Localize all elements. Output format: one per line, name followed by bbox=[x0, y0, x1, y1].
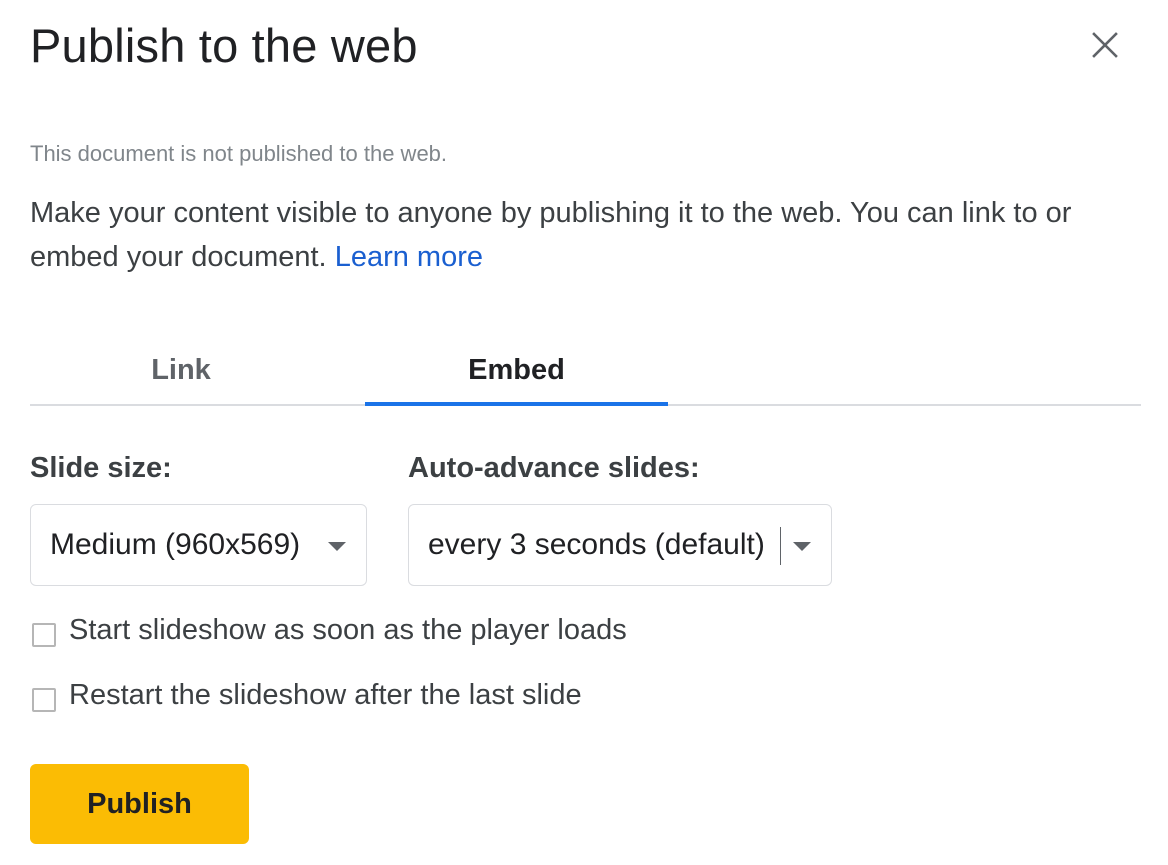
learn-more-link[interactable]: Learn more bbox=[335, 241, 483, 273]
description-text: Make your content visible to anyone by p… bbox=[30, 197, 1072, 273]
restart-after-last-option[interactable]: Restart the slideshow after the last sli… bbox=[32, 679, 582, 712]
start-on-load-label: Start slideshow as soon as the player lo… bbox=[69, 614, 627, 646]
select-divider bbox=[780, 527, 781, 565]
dialog-title: Publish to the web bbox=[30, 19, 418, 72]
auto-advance-value: every 3 seconds (default) bbox=[428, 528, 765, 561]
active-tab-indicator bbox=[365, 402, 668, 406]
tab-bar: Link Embed bbox=[30, 336, 1141, 406]
close-button[interactable] bbox=[1084, 24, 1126, 66]
publish-button[interactable]: Publish bbox=[30, 764, 249, 844]
publish-status: This document is not published to the we… bbox=[30, 141, 448, 166]
slide-size-label: Slide size: bbox=[30, 452, 172, 484]
tab-link[interactable]: Link bbox=[30, 336, 332, 404]
close-icon bbox=[1092, 32, 1118, 58]
restart-after-last-checkbox[interactable] bbox=[32, 687, 56, 712]
auto-advance-select[interactable]: every 3 seconds (default) bbox=[408, 504, 832, 586]
restart-after-last-label: Restart the slideshow after the last sli… bbox=[69, 679, 582, 711]
auto-advance-label: Auto-advance slides: bbox=[408, 452, 700, 484]
dropdown-arrow-icon bbox=[328, 542, 346, 551]
dropdown-arrow-icon bbox=[793, 542, 811, 551]
tab-embed[interactable]: Embed bbox=[365, 336, 668, 404]
description: Make your content visible to anyone by p… bbox=[30, 191, 1140, 279]
slide-size-select[interactable]: Medium (960x569) bbox=[30, 504, 367, 586]
publish-dialog: Publish to the web This document is not … bbox=[0, 0, 1168, 865]
start-on-load-option[interactable]: Start slideshow as soon as the player lo… bbox=[32, 614, 627, 647]
slide-size-value: Medium (960x569) bbox=[50, 528, 301, 561]
start-on-load-checkbox[interactable] bbox=[32, 622, 56, 647]
